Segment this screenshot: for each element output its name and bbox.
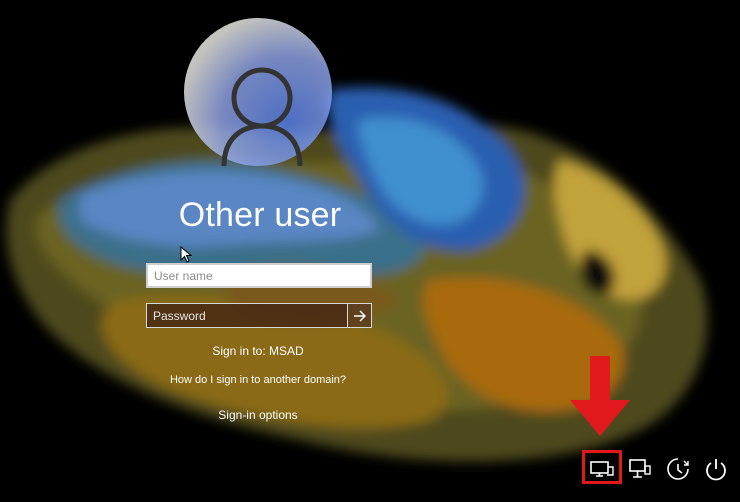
mouse-cursor-icon [180,246,192,263]
red-down-arrow-annotation [570,356,630,436]
power-symbol-icon [706,459,726,481]
monitor-display-icon [590,461,614,477]
user-display-name: Other user [178,196,342,234]
other-domain-help-link[interactable]: How do I sign in to another domain? [130,374,386,386]
monitor-icon[interactable] [588,456,616,482]
network-computer-icon [629,459,651,478]
network-icon[interactable] [626,456,654,482]
ease-of-access-icon[interactable] [664,456,692,482]
ease-of-access-dial-icon [667,458,689,480]
username-input[interactable] [146,263,372,288]
user-avatar [184,18,332,166]
submit-arrow-button[interactable] [347,303,372,328]
arrow-right-icon [353,310,366,321]
sign-in-domain-text: Sign in to: MSAD [212,344,304,358]
password-input[interactable] [146,303,348,328]
power-icon[interactable] [702,456,730,482]
sign-in-options-link[interactable]: Sign-in options [130,408,386,422]
user-silhouette-icon [221,67,303,166]
